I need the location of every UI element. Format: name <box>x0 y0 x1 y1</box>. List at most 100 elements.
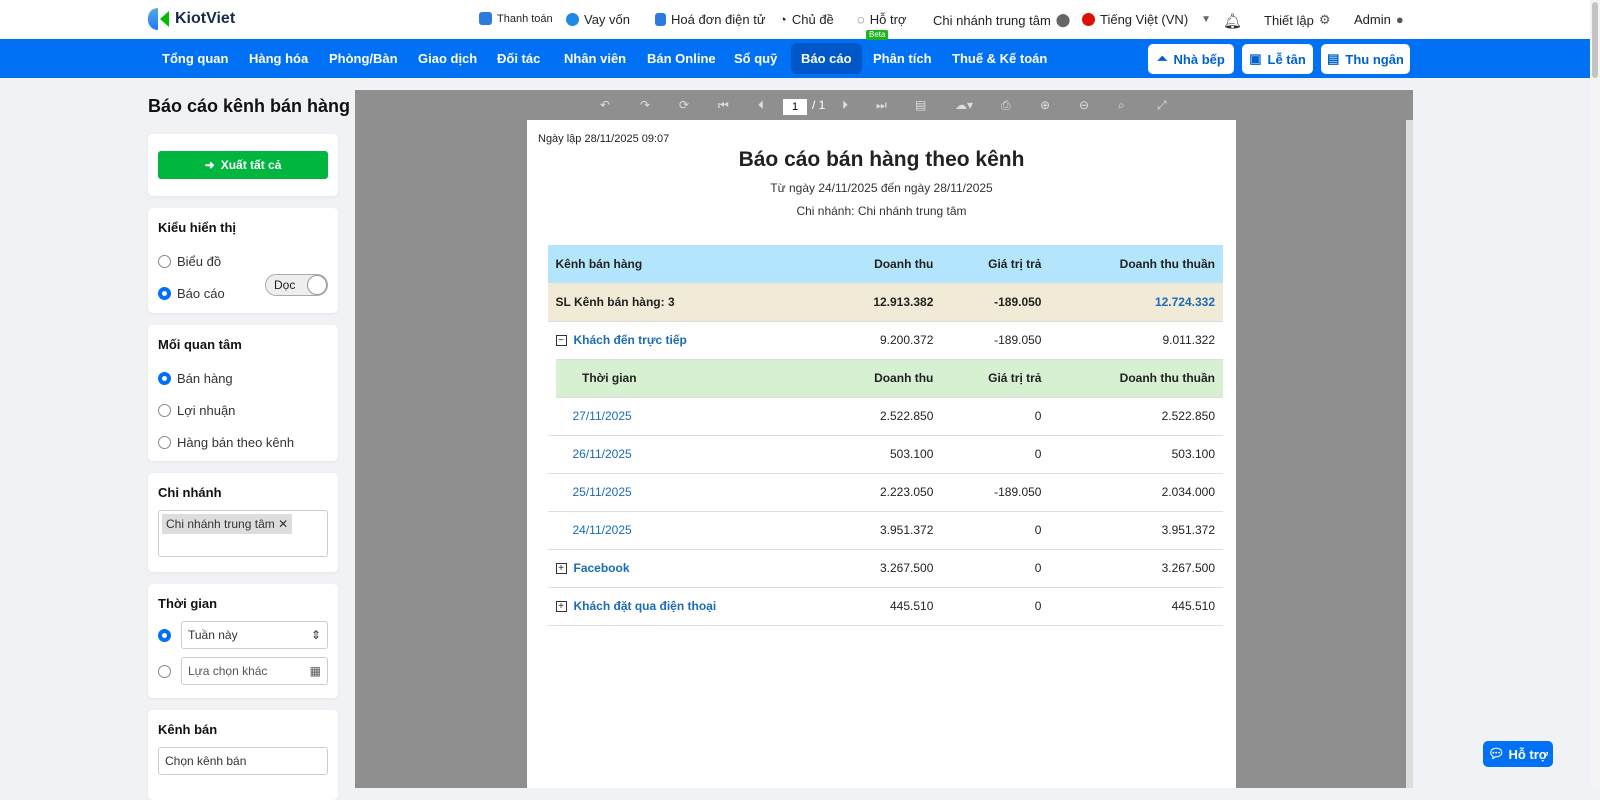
last-page-icon[interactable]: ⏭ <box>876 98 887 113</box>
branch-multiselect[interactable]: Chi nhánh trung tâm ✕ <box>158 510 328 557</box>
radio-sales[interactable]: Bán hàng <box>158 362 328 394</box>
bell-dome-icon: ⏶ <box>1157 51 1168 66</box>
nav-cashbook[interactable]: Sổ quỹ <box>734 39 777 78</box>
loan-link[interactable]: Vay vốn <box>566 12 630 27</box>
document-view-icon[interactable]: ▤ <box>915 98 926 112</box>
radio-button[interactable] <box>158 628 171 642</box>
scrollbar-thumb[interactable] <box>1592 2 1598 78</box>
cell: 2.223.050 <box>822 473 942 512</box>
radio-button[interactable] <box>158 371 171 385</box>
time-preset-select[interactable]: Tuần này ⇕ <box>181 621 328 649</box>
payment-link[interactable]: Thanh toán <box>479 12 553 25</box>
page-total: / 1 <box>812 98 826 112</box>
first-page-icon[interactable]: ⏮ <box>718 98 729 113</box>
date-link[interactable]: 27/11/2025 <box>547 397 823 436</box>
remove-tag-icon[interactable]: ✕ <box>278 517 288 531</box>
download-icon[interactable]: ☁▾ <box>955 98 973 112</box>
kitchen-button[interactable]: ⏶ Nhà bếp <box>1148 44 1234 74</box>
nav-products[interactable]: Hàng hóa <box>249 39 308 78</box>
channel-link[interactable]: Khách đến trực tiếp <box>574 333 687 347</box>
nav-staff[interactable]: Nhân viên <box>564 39 626 78</box>
nav-partners[interactable]: Đối tác <box>497 39 540 78</box>
viewer-scrollbar[interactable] <box>1406 120 1413 788</box>
einvoice-link[interactable]: Hoá đơn điện tử <box>655 12 766 27</box>
language-selector[interactable]: Tiếng Việt (VN) ▼ <box>1082 12 1211 27</box>
calendar-check-icon: ▣ <box>1249 51 1262 66</box>
channel-link[interactable]: Khách đặt qua điện thoại <box>574 599 717 613</box>
channel-link[interactable]: Facebook <box>574 561 630 575</box>
concern-heading: Mối quan tâm <box>158 337 242 352</box>
zoom-in-icon[interactable]: ⊕ <box>1040 98 1050 112</box>
cell: 3.951.372 <box>822 511 942 550</box>
expand-icon[interactable]: + <box>555 563 567 575</box>
print-icon[interactable]: ⎙ <box>1001 98 1011 113</box>
nav-tax-accounting[interactable]: Thuế & Kế toán <box>952 39 1047 78</box>
nav-rooms[interactable]: Phòng/Bàn <box>329 39 398 78</box>
cashier-button[interactable]: ▤ Thu ngân <box>1321 44 1410 74</box>
user-menu[interactable]: Admin ● <box>1354 12 1404 27</box>
nav-transactions[interactable]: Giao dịch <box>418 39 477 78</box>
zoom-out-icon[interactable]: ⊖ <box>1079 98 1089 112</box>
radio-chart[interactable]: Biểu đồ <box>158 245 328 277</box>
einvoice-label: Hoá đơn điện tử <box>671 12 766 27</box>
table-header: Kênh bán hàng Doanh thu Giá trị trả Doanh t… <box>547 245 1223 283</box>
radio-button[interactable] <box>158 664 171 678</box>
sub-row: 24/11/2025 3.951.372 0 3.951.372 <box>547 511 1223 550</box>
channel-select[interactable]: Chọn kênh bán <box>158 747 328 775</box>
nav-online-sales[interactable]: Bán Online <box>647 39 716 78</box>
fullscreen-icon[interactable]: ⤢ <box>1157 98 1167 113</box>
prev-page-icon[interactable]: ⏴ <box>758 98 764 113</box>
nav-reports[interactable]: Báo cáo <box>791 43 862 74</box>
cell: SL Kênh bán hàng: 3 <box>547 283 823 322</box>
support-link[interactable]: ◌ Hỗ trợ <box>857 12 906 27</box>
orientation-toggle[interactable]: Dọc <box>265 274 328 296</box>
branch-selector[interactable]: Chi nhánh trung tâm ⬤ <box>933 12 1070 28</box>
date-link[interactable]: 24/11/2025 <box>547 511 823 550</box>
cell: 445.510 <box>1049 587 1223 626</box>
settings-link[interactable]: Thiết lập ⚙ <box>1264 12 1331 28</box>
undo-icon[interactable]: ↶ <box>600 98 610 112</box>
nav-overview[interactable]: Tổng quan <box>162 39 228 78</box>
next-page-icon[interactable]: ⏵ <box>842 98 848 113</box>
radio-button[interactable] <box>158 435 171 449</box>
theme-link[interactable]: ◔ Chủ đề <box>779 12 834 27</box>
payment-icon <box>479 12 492 25</box>
page-scrollbar[interactable] <box>1590 0 1600 788</box>
help-chat-button[interactable]: 💬︎ Hỗ trợ <box>1483 741 1553 767</box>
custom-date-input[interactable]: Lựa chọn khác ▦ <box>181 657 328 685</box>
radio-button[interactable] <box>158 403 171 417</box>
radio-goods-by-channel[interactable]: Hàng bán theo kênh <box>158 426 328 458</box>
toggle-knob <box>307 275 327 295</box>
cell: 3.267.500 <box>822 549 942 588</box>
report-page: Ngày lập 28/11/2025 09:07 Báo cáo bán hà… <box>527 120 1236 788</box>
export-all-label: Xuất tất cả <box>220 158 282 172</box>
user-label: Admin <box>1354 12 1391 27</box>
search-icon[interactable]: ⌕ <box>1118 98 1125 113</box>
nav-analytics[interactable]: Phân tích <box>873 39 932 78</box>
report-created: Ngày lập 28/11/2025 09:07 <box>538 133 670 145</box>
date-link[interactable]: 25/11/2025 <box>547 473 823 512</box>
caret-down-icon: ▼ <box>1201 14 1212 25</box>
kiotviet-logo[interactable]: KiotViet <box>148 8 235 30</box>
refresh-icon[interactable]: ⟳ <box>679 98 689 112</box>
date-link[interactable]: 26/11/2025 <box>547 435 823 474</box>
top-bar: KiotViet Thanh toán Vay vốn Hoá đơn điện… <box>0 0 1600 39</box>
time-card: Thời gian Tuần này ⇕ Lựa chọn khác ▦ <box>148 584 338 698</box>
page-number-input[interactable]: 1 <box>783 99 807 115</box>
export-all-button[interactable]: ➜ Xuất tất cả <box>158 151 328 179</box>
cell: 2.034.000 <box>1049 473 1223 512</box>
net-revenue-link[interactable]: 12.724.332 <box>1049 283 1223 322</box>
cell: 2.522.850 <box>1049 397 1223 436</box>
collapse-icon[interactable]: − <box>555 335 567 347</box>
col-header: Giá trị trả <box>941 359 1050 398</box>
theme-label: Chủ đề <box>791 12 834 27</box>
cell: 503.100 <box>822 435 942 474</box>
bell-icon[interactable]: 🔔︎ <box>1223 12 1242 30</box>
radio-button[interactable] <box>158 286 171 300</box>
radio-profit[interactable]: Lợi nhuận <box>158 394 328 426</box>
radio-button[interactable] <box>158 254 171 268</box>
cell: 503.100 <box>1049 435 1223 474</box>
redo-icon[interactable]: ↷ <box>640 98 650 112</box>
expand-icon[interactable]: + <box>555 601 567 613</box>
reception-button[interactable]: ▣ Lễ tân <box>1242 44 1313 74</box>
